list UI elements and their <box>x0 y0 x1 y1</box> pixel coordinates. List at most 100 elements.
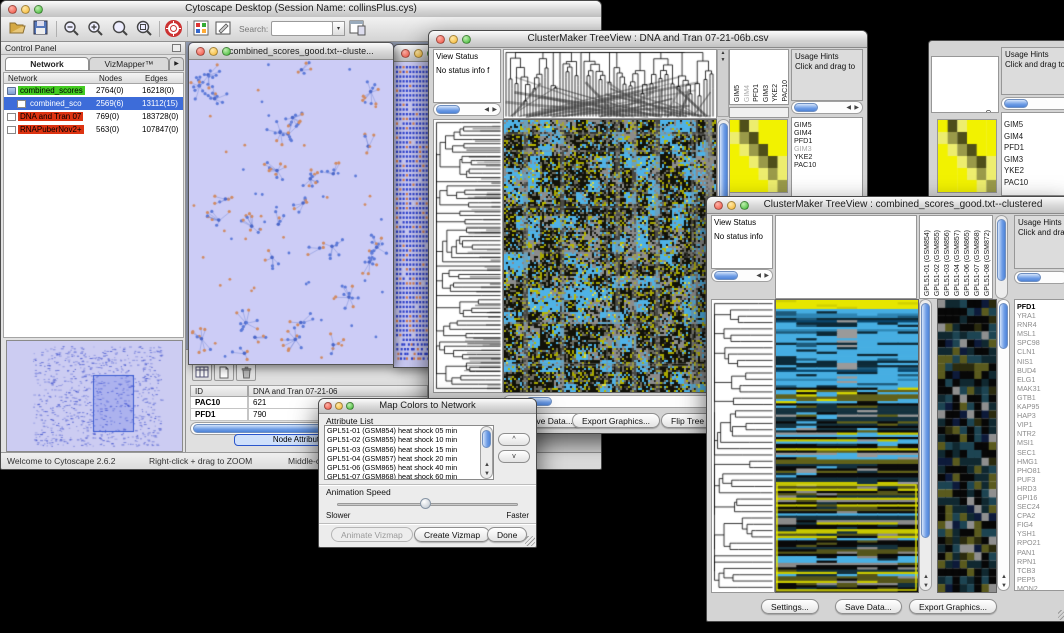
tab-network[interactable]: Network <box>5 57 89 71</box>
gene-label[interactable]: HRD3 <box>1015 484 1064 493</box>
gene-dendrogram[interactable] <box>433 119 503 393</box>
network-table-row[interactable]: combined_sco2569(6)13112(15) <box>4 97 183 110</box>
gene-label[interactable]: GIM4 <box>1002 131 1064 143</box>
attribute-item[interactable]: GPL51-02 (GSM855) heat shock 10 min <box>325 435 493 444</box>
scrollbar-thumb[interactable] <box>1017 273 1041 282</box>
tab-overflow-button[interactable]: ▶ <box>169 57 184 71</box>
scrollbar-thumb[interactable] <box>997 219 1006 281</box>
gene-label[interactable]: BUD4 <box>1015 366 1064 375</box>
save-session-button[interactable] <box>33 20 53 39</box>
minimize-button[interactable] <box>209 47 218 56</box>
minimize-button[interactable] <box>414 49 423 58</box>
move-up-button[interactable]: ^ <box>498 433 530 446</box>
column-dendrogram-panel[interactable] <box>775 215 917 299</box>
scrollbar-thumb[interactable] <box>921 303 930 538</box>
v-scrollbar[interactable]: ▲ ▼ <box>480 426 493 479</box>
h-scrollbar[interactable]: ◀ ▶ <box>711 269 773 282</box>
done-button[interactable]: Done <box>487 527 527 542</box>
delete-attribute-button[interactable] <box>236 363 256 381</box>
gene-label[interactable]: MAK31 <box>1015 384 1064 393</box>
help-button[interactable] <box>165 20 185 39</box>
scroll-left-icon[interactable]: ◀ <box>756 272 761 280</box>
zoom-in-button[interactable] <box>87 20 107 39</box>
gene-label[interactable]: YSH1 <box>1015 529 1064 538</box>
close-button[interactable] <box>196 47 205 56</box>
scroll-down-icon[interactable]: ▼ <box>923 583 929 589</box>
scrollbar-thumb[interactable] <box>999 303 1008 349</box>
gene-label[interactable]: FIG4 <box>1015 520 1064 529</box>
scroll-right-icon[interactable]: ▶ <box>492 106 497 114</box>
scroll-up-icon[interactable]: ▲ <box>1001 574 1007 580</box>
data-column-attr[interactable]: DNA and Tran 07-21-06 <box>248 385 428 397</box>
gene-label[interactable]: ELG1 <box>1015 375 1064 384</box>
network-overview-thumbnail[interactable] <box>6 340 183 452</box>
gene-label[interactable]: PFD1 <box>1002 142 1064 154</box>
network-overview-button[interactable] <box>349 20 369 39</box>
v-scrollbar[interactable]: ▲ ▼ <box>919 299 932 591</box>
gene-label[interactable]: SPC98 <box>1015 338 1064 347</box>
gene-label[interactable]: NIS1 <box>1015 357 1064 366</box>
h-scrollbar[interactable]: ◀ ▶ <box>1001 97 1064 110</box>
gene-label[interactable]: PAC10 <box>1002 177 1064 189</box>
gene-label[interactable]: MON2 <box>1015 584 1064 591</box>
data-column-id[interactable]: ID <box>190 385 248 397</box>
save-data-button[interactable]: Save Data... <box>835 599 902 614</box>
network-canvas[interactable] <box>189 60 391 363</box>
minimize-button[interactable] <box>335 402 343 410</box>
minimize-button[interactable] <box>449 35 458 44</box>
dialog-titlebar[interactable]: Map Colors to Network <box>319 399 536 414</box>
search-input[interactable] <box>271 21 333 36</box>
attribute-item[interactable]: GPL51-06 (GSM865) heat shock 40 min <box>325 463 493 472</box>
gene-label[interactable]: PFD1 <box>1015 302 1064 311</box>
zoom-button[interactable] <box>34 5 43 14</box>
treeview2-titlebar[interactable]: ClusterMaker TreeView : combined_scores_… <box>707 197 1064 214</box>
scrollbar-thumb[interactable] <box>1004 99 1028 108</box>
scrollbar-thumb[interactable] <box>482 430 491 448</box>
resize-grip[interactable] <box>1058 610 1064 620</box>
network-table-row[interactable]: combined_scores2764(0)16218(0) <box>4 84 183 97</box>
gene-label[interactable]: MSL1 <box>1015 329 1064 338</box>
attribute-item[interactable]: GPL51-01 (GSM854) heat shock 05 min <box>325 426 493 435</box>
data-cell[interactable]: PAC10 <box>190 397 248 409</box>
create-attribute-button[interactable] <box>214 363 234 381</box>
gene-label[interactable]: YRA1 <box>1015 311 1064 320</box>
select-attributes-button[interactable] <box>192 363 212 381</box>
export-graphics-button[interactable]: Export Graphics... <box>572 413 660 428</box>
float-panel-icon[interactable] <box>172 44 181 52</box>
gene-label[interactable]: TCB3 <box>1015 566 1064 575</box>
v-scrollbar[interactable]: ▲ ▼ <box>997 299 1010 591</box>
gene-label[interactable]: GPI16 <box>1015 493 1064 502</box>
search-dropdown-button[interactable]: ▾ <box>332 21 345 36</box>
gene-label[interactable]: GIM3 <box>1002 154 1064 166</box>
network-window-titlebar[interactable]: combined_scores_good.txt--cluste... <box>189 43 393 60</box>
gene-label[interactable]: GTB1 <box>1015 393 1064 402</box>
gene-label[interactable]: HAP3 <box>1015 411 1064 420</box>
v-scrollbar[interactable] <box>995 215 1008 299</box>
vizmap-shortcut-button[interactable] <box>193 20 213 39</box>
slider-thumb[interactable] <box>420 498 431 509</box>
scrollbar-thumb[interactable] <box>794 103 818 112</box>
main-titlebar[interactable]: Cytoscape Desktop (Session Name: collins… <box>1 1 601 18</box>
scroll-up-icon[interactable]: ▲ <box>718 50 728 57</box>
minimize-button[interactable] <box>21 5 30 14</box>
close-button[interactable] <box>436 35 445 44</box>
global-heatmap[interactable] <box>729 119 788 193</box>
gene-label[interactable]: RPO21 <box>1015 538 1064 547</box>
zoom-out-button[interactable] <box>63 20 83 39</box>
close-button[interactable] <box>714 201 723 210</box>
gene-label[interactable]: SEC1 <box>1015 448 1064 457</box>
network-table-row[interactable]: DNA and Tran 07769(0)183728(0) <box>4 110 183 123</box>
zoom-button[interactable] <box>346 402 354 410</box>
zoom-fit-button[interactable] <box>135 20 155 39</box>
column-dendrogram[interactable] <box>503 49 717 119</box>
gene-label[interactable]: SEC24 <box>1015 502 1064 511</box>
animate-vizmap-button[interactable]: Animate Vizmap <box>331 527 413 542</box>
zoom-heatmap[interactable] <box>937 299 997 593</box>
scroll-left-icon[interactable]: ◀ <box>846 104 851 112</box>
gene-label[interactable]: MSI1 <box>1015 438 1064 447</box>
move-down-button[interactable]: v <box>498 450 530 463</box>
minimize-button[interactable] <box>727 201 736 210</box>
network-table-row[interactable]: RNAPuberNov2+563(0)107847(0) <box>4 123 183 136</box>
tab-vizmapper[interactable]: VizMapper™ <box>89 57 169 71</box>
gene-label[interactable]: PAN1 <box>1015 548 1064 557</box>
